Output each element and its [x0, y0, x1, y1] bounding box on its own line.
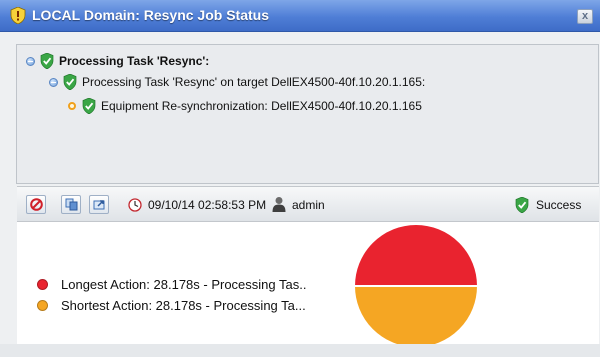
pie-slice-shortest	[352, 285, 480, 344]
clock-icon	[128, 198, 142, 212]
tree-node-child[interactable]: Processing Task 'Resync' on target DellE…	[49, 73, 425, 91]
stop-button[interactable]	[26, 195, 46, 214]
export-button[interactable]	[89, 195, 109, 214]
copy-button[interactable]	[61, 195, 81, 214]
window-title: LOCAL Domain: Resync Job Status	[32, 7, 270, 23]
job-user: admin	[292, 198, 325, 212]
collapse-icon[interactable]	[26, 56, 35, 66]
legend-item-longest: Longest Action: 28.178s - Processing Tas…	[37, 275, 306, 293]
legend-label-shortest: Shortest Action: 28.178s - Processing Ta…	[61, 297, 306, 313]
window-footer	[0, 344, 600, 357]
user-icon	[272, 197, 286, 212]
success-shield-icon	[63, 74, 77, 90]
success-shield-icon	[82, 98, 96, 114]
pie-slice-longest	[352, 223, 480, 287]
export-icon	[93, 200, 104, 210]
collapse-icon[interactable]	[49, 77, 58, 87]
tree-leaf-label: Equipment Re-synchronization: DellEX4500…	[101, 99, 422, 113]
resync-job-status-window: LOCAL Domain: Resync Job Status x Proces…	[0, 0, 600, 357]
tree-child-label: Processing Task 'Resync' on target DellE…	[82, 75, 426, 89]
legend-swatch-longest	[37, 278, 48, 290]
status-toolbar: 09/10/14 02:58:53 PM admin Success	[17, 186, 599, 222]
window-titlebar[interactable]: LOCAL Domain: Resync Job Status x	[0, 0, 600, 32]
job-status: Success	[536, 198, 582, 212]
copy-icon	[65, 198, 77, 211]
tree-node-root[interactable]: Processing Task 'Resync':	[26, 52, 209, 70]
job-timestamp: 09/10/14 02:58:53 PM	[148, 198, 267, 212]
success-shield-icon	[40, 53, 54, 69]
domain-shield-icon	[10, 7, 26, 24]
tree-node-leaf[interactable]: Equipment Re-synchronization: DellEX4500…	[68, 97, 422, 115]
success-shield-icon	[515, 197, 529, 213]
legend-label-longest: Longest Action: 28.178s - Processing Tas…	[61, 276, 307, 292]
action-duration-pie-chart	[352, 223, 480, 344]
legend-item-shortest: Shortest Action: 28.178s - Processing Ta…	[37, 296, 306, 314]
legend-swatch-shortest	[37, 299, 48, 311]
task-tree-panel: Processing Task 'Resync': Processing Tas…	[16, 44, 599, 184]
leaf-node-icon	[68, 102, 76, 110]
action-summary-panel: Longest Action: 28.178s - Processing Tas…	[17, 222, 599, 344]
close-button[interactable]: x	[577, 9, 593, 24]
stop-icon	[29, 198, 43, 211]
tree-root-label: Processing Task 'Resync':	[59, 54, 210, 68]
